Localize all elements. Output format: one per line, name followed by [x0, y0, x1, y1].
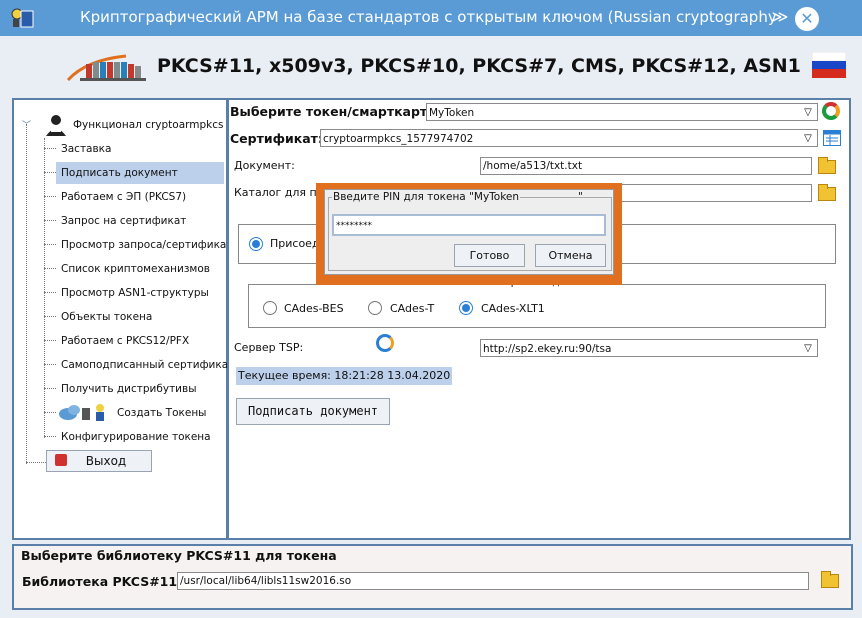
navigation-tree: ﹀ Функционал cryptoarmpkcs Заставка Подп… — [12, 98, 239, 540]
format-label-cades-xlt1: CAdes-XLT1 — [481, 302, 545, 315]
tsp-server-value: http://sp2.ekey.ru:90/tsa — [483, 343, 612, 355]
sign-document-button[interactable]: Подписать документ — [236, 398, 390, 425]
russian-flag-icon — [812, 52, 846, 78]
format-radio-cades-xlt1[interactable] — [459, 301, 473, 315]
pin-input[interactable]: ******** — [332, 214, 606, 236]
folder-icon[interactable] — [818, 184, 836, 201]
tree-item-cert-request[interactable]: Запрос на сертификат — [60, 210, 186, 232]
format-radio-cades-bes[interactable] — [263, 301, 277, 315]
tree-item-mechanisms[interactable]: Список криптомеханизмов — [60, 258, 210, 280]
library-path-input[interactable]: /usr/local/lib64/libls11sw2016.so — [177, 572, 809, 590]
folder-icon[interactable] — [818, 157, 836, 174]
library-group-title: Выберите библиотеку PKCS#11 для токена — [21, 548, 337, 563]
header-title: PKCS#11, x509v3, PKCS#10, PKCS#7, CMS, P… — [157, 55, 801, 77]
certificate-select[interactable]: cryptoarmpkcs_1577974702 ▽ — [320, 129, 818, 147]
pin-dialog-title: Введите PIN для токена "MyToken — [332, 191, 521, 203]
token-select[interactable]: MyToken ▽ — [426, 103, 818, 121]
app-icon — [11, 8, 34, 28]
folder-icon[interactable] — [821, 571, 839, 588]
tsp-label: Сервер TSP: — [234, 341, 304, 354]
window-title: Криптографический АРМ на базе стандартов… — [80, 8, 777, 26]
format-label-cades-bes: CAdes-BES — [284, 302, 344, 315]
exit-button[interactable]: Выход — [46, 450, 152, 472]
chevron-icon[interactable]: ≫ — [770, 6, 790, 28]
pin-dialog-title-tail: " — [578, 191, 583, 203]
library-label: Библиотека PKCS#11: — [22, 574, 183, 589]
tree-item-pkcs7[interactable]: Работаем с ЭП (PKCS7) — [60, 186, 186, 208]
refresh-tokens-icon[interactable] — [822, 102, 840, 120]
catalog-path-input[interactable] — [620, 184, 812, 202]
tree-root-label[interactable]: Функционал cryptoarmpkcs — [72, 114, 224, 136]
tree-item-sign-document[interactable]: Подписать документ — [56, 162, 224, 184]
tsp-server-select[interactable]: http://sp2.ekey.ru:90/tsa ▽ — [480, 339, 818, 357]
token-select-value: MyToken — [429, 107, 475, 119]
tsp-refresh-icon[interactable] — [376, 334, 394, 352]
token-label: Выберите токен/смарткарту: — [230, 104, 441, 119]
certificate-select-value: cryptoarmpkcs_1577974702 — [323, 133, 474, 145]
tree-item-configure-token[interactable]: Конфигурирование токена — [60, 426, 211, 448]
format-label-cades-t: CAdes-T — [390, 302, 435, 315]
certificate-view-icon[interactable] — [823, 130, 841, 146]
certificate-label: Сертификат: — [230, 131, 323, 146]
close-button[interactable]: ✕ — [795, 7, 819, 31]
format-radio-cades-t[interactable] — [368, 301, 382, 315]
exit-icon — [55, 454, 67, 466]
chevron-down-icon: ▽ — [804, 107, 812, 118]
tree-item-selfsigned[interactable]: Самоподписанный сертификат — [60, 354, 234, 376]
tree-item-distributions[interactable]: Получить дистрибутивы — [60, 378, 197, 400]
chevron-down-icon: ▽ — [804, 343, 812, 354]
user-icon — [46, 115, 66, 136]
logo — [66, 54, 146, 82]
pin-cancel-button[interactable]: Отмена — [535, 244, 606, 267]
tree-expand-icon[interactable]: ﹀ — [22, 118, 31, 131]
current-time: Текущее время: 18:21:28 13.04.2020 — [236, 367, 453, 385]
create-tokens-icon — [59, 404, 104, 421]
attach-radio[interactable] — [249, 237, 263, 251]
pin-ok-button[interactable]: Готово — [454, 244, 525, 267]
tree-item-asn1[interactable]: Просмотр ASN1-структуры — [60, 282, 209, 304]
document-path-input[interactable]: /home/a513/txt.txt — [480, 157, 812, 175]
exit-button-label: Выход — [85, 454, 127, 468]
tree-item-token-objects[interactable]: Объекты токена — [60, 306, 152, 328]
pin-dialog-title-text: Введите PIN для токена "MyToken — [333, 191, 520, 203]
tree-item-view-cert[interactable]: Просмотр запроса/сертификата — [60, 234, 239, 256]
document-label: Документ: — [234, 159, 295, 172]
chevron-down-icon: ▽ — [804, 133, 812, 144]
tree-item-create-tokens[interactable]: Создать Токены — [116, 402, 206, 424]
title-bar: Криптографический АРМ на базе стандартов… — [0, 0, 862, 36]
tree-item-splash[interactable]: Заставка — [60, 138, 111, 160]
tree-item-pkcs12[interactable]: Работаем с PKCS12/PFX — [60, 330, 189, 352]
